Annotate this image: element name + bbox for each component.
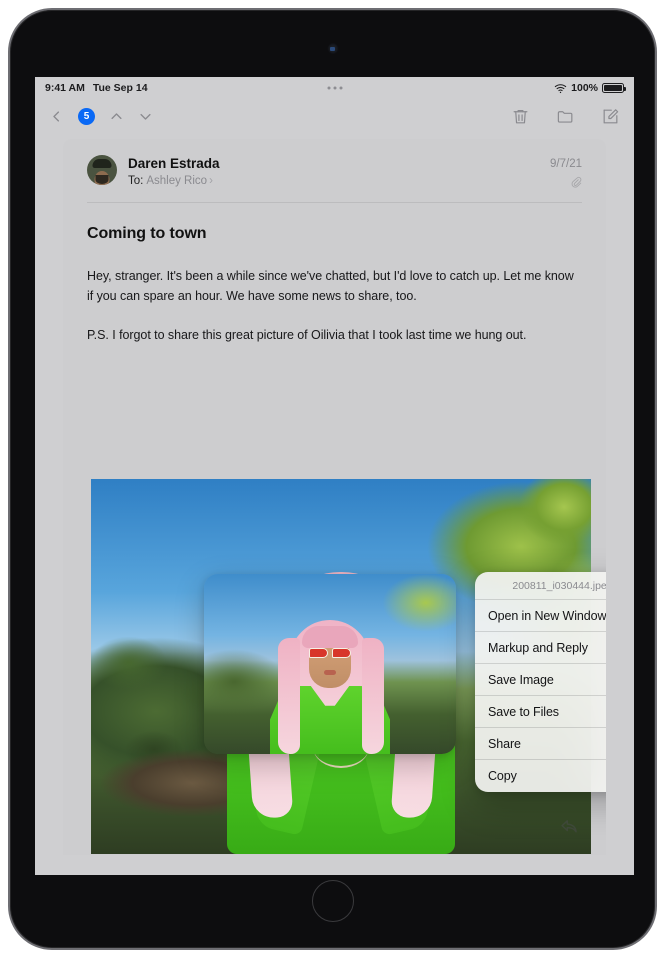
unread-count-badge[interactable]: 5 xyxy=(78,107,95,125)
status-time: 9:41 AM xyxy=(45,82,85,94)
toolbar-right-group xyxy=(511,107,620,126)
message-paragraph-1: Hey, stranger. It's been a while since w… xyxy=(87,269,574,303)
toolbar-left-group: 5 xyxy=(49,107,153,125)
message-card: Daren Estrada To: Ashley Rico › 9/7/21 C… xyxy=(63,139,606,855)
menu-item-share[interactable]: Share xyxy=(475,728,606,760)
photo-preview-thumbnail[interactable] xyxy=(204,574,456,754)
home-button[interactable] xyxy=(311,880,354,922)
battery-percent: 100% xyxy=(571,82,598,94)
folder-icon[interactable] xyxy=(556,107,575,126)
status-bar: 9:41 AM Tue Sep 14 100% xyxy=(35,77,634,99)
compose-icon[interactable] xyxy=(601,107,620,126)
avatar[interactable] xyxy=(87,155,117,185)
recipient-name: Ashley Rico xyxy=(146,175,208,187)
message-meta: 9/7/21 xyxy=(550,155,582,188)
menu-item-copy[interactable]: Copy xyxy=(475,760,606,792)
context-menu-title: 200811_i030444.jpeg xyxy=(475,572,606,600)
paperclip-icon xyxy=(550,176,582,188)
message-subject: Coming to town xyxy=(87,225,207,242)
menu-item-label: Markup and Reply xyxy=(488,640,588,655)
attachment-context-menu: 200811_i030444.jpeg Open in New Window M… xyxy=(475,572,606,792)
wifi-icon xyxy=(554,83,567,93)
status-bar-left: 9:41 AM Tue Sep 14 xyxy=(45,82,148,94)
trash-icon[interactable] xyxy=(511,107,530,126)
menu-item-label: Save to Files xyxy=(488,704,559,719)
battery-icon xyxy=(602,83,626,93)
sender-name: Daren Estrada xyxy=(128,156,220,171)
chevron-left-icon[interactable] xyxy=(49,109,64,124)
status-date: Tue Sep 14 xyxy=(92,82,148,94)
recipient-row[interactable]: To: Ashley Rico › xyxy=(128,173,550,190)
chevron-up-icon[interactable] xyxy=(109,109,124,124)
ipad-screen: 9:41 AM Tue Sep 14 100% 5 Daren Estrada … xyxy=(35,77,634,875)
to-label: To: xyxy=(128,175,144,187)
preview-image xyxy=(204,574,456,754)
chevron-right-icon: › xyxy=(209,175,213,187)
menu-item-label: Copy xyxy=(488,769,517,783)
menu-item-label: Open in New Window xyxy=(488,608,606,623)
chevron-down-icon[interactable] xyxy=(138,109,153,124)
message-header: Daren Estrada To: Ashley Rico › 9/7/21 xyxy=(63,139,606,202)
menu-item-markup-and-reply[interactable]: Markup and Reply xyxy=(475,632,606,664)
message-date: 9/7/21 xyxy=(550,158,582,170)
mail-toolbar: 5 xyxy=(35,99,634,133)
reply-arrow-icon[interactable] xyxy=(559,816,580,837)
status-bar-right: 100% xyxy=(554,82,626,95)
menu-item-open-in-new-window[interactable]: Open in New Window xyxy=(475,600,606,632)
menu-item-save-to-files[interactable]: Save to Files xyxy=(475,696,606,728)
front-camera-icon xyxy=(327,43,338,54)
multitasking-dots-icon[interactable] xyxy=(327,86,342,90)
sender-block: Daren Estrada To: Ashley Rico › xyxy=(128,155,550,190)
ipad-device-frame: 9:41 AM Tue Sep 14 100% 5 Daren Estrada … xyxy=(8,8,657,950)
menu-item-label: Save Image xyxy=(488,672,554,687)
menu-item-label: Share xyxy=(488,736,521,751)
message-body: Coming to town Hey, stranger. It's been … xyxy=(63,203,606,346)
message-paragraph-2: P.S. I forgot to share this great pictur… xyxy=(87,328,527,342)
preview-subject-person xyxy=(266,612,394,754)
menu-item-save-image[interactable]: Save Image xyxy=(475,664,606,696)
